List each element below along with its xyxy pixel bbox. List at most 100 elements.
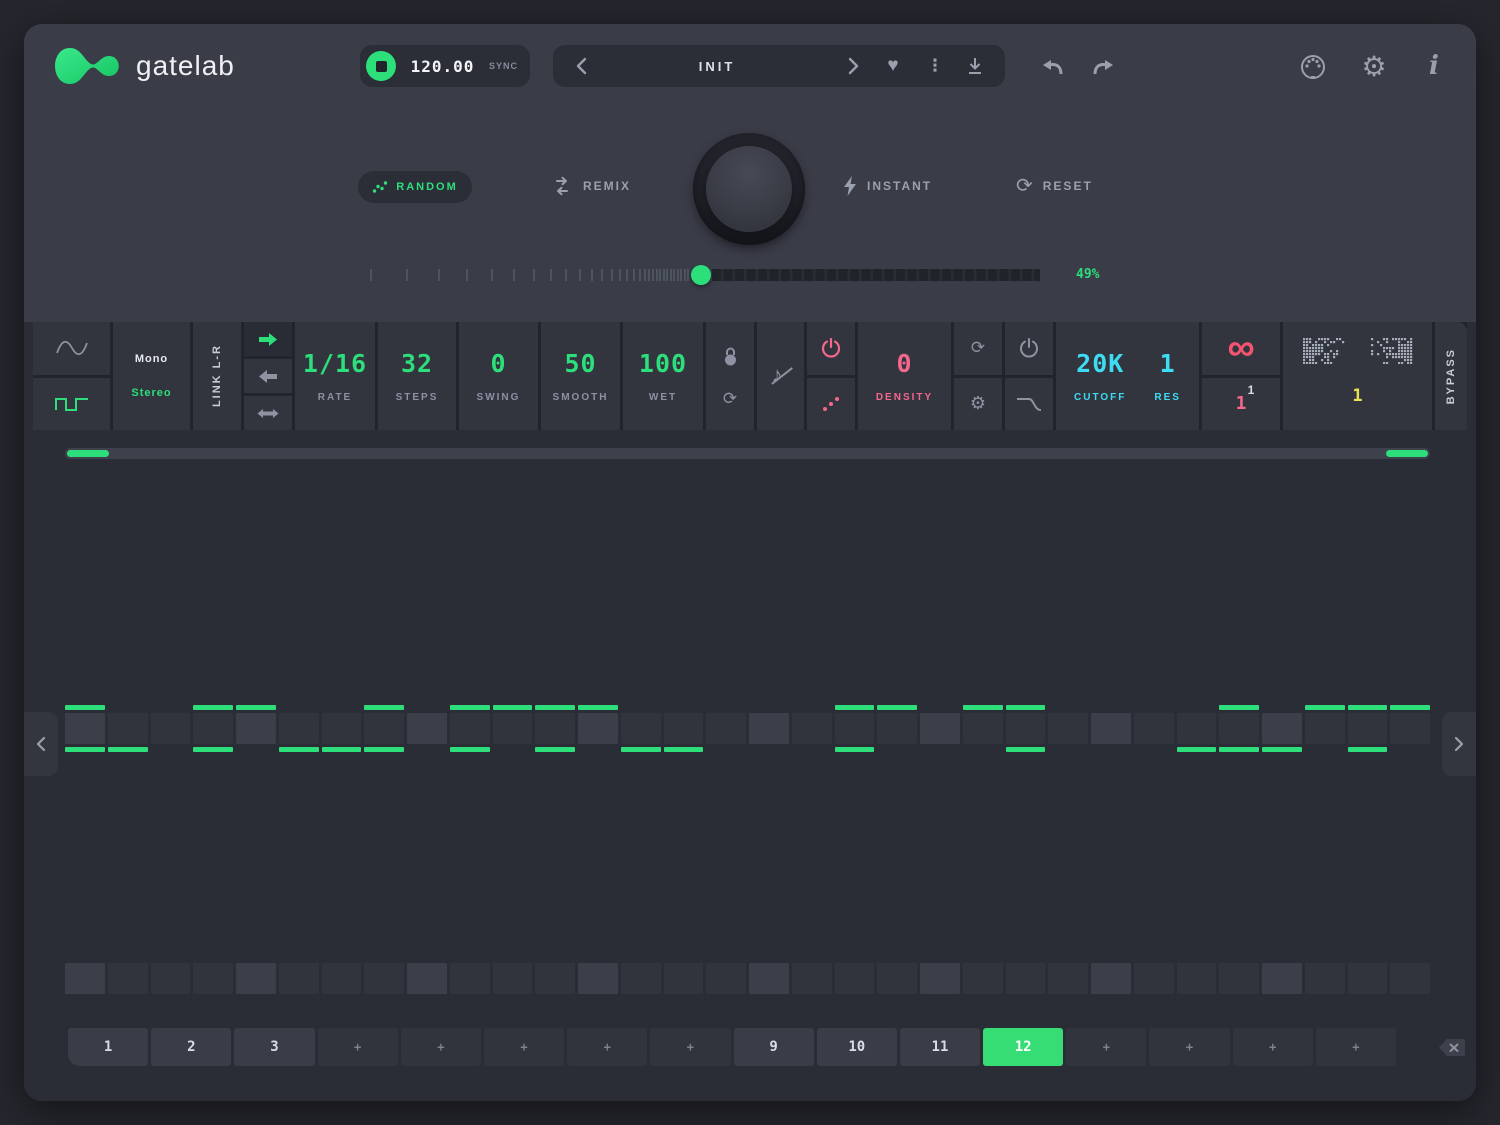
step-cell[interactable] bbox=[963, 963, 1003, 994]
pattern-tab-add[interactable]: + bbox=[318, 1028, 398, 1066]
step-cell[interactable] bbox=[749, 963, 789, 994]
step-cell[interactable] bbox=[535, 963, 575, 994]
step-cell[interactable] bbox=[322, 963, 362, 994]
step-cell[interactable] bbox=[877, 713, 917, 744]
direction-forward-button[interactable] bbox=[244, 322, 292, 356]
step-cell[interactable] bbox=[792, 713, 832, 744]
pattern-tab-add[interactable]: + bbox=[650, 1028, 730, 1066]
gate-bar[interactable] bbox=[877, 705, 917, 710]
loop-range-track[interactable] bbox=[65, 448, 1430, 459]
step-cell[interactable] bbox=[1134, 963, 1174, 994]
pattern-tab-10[interactable]: 10 bbox=[817, 1028, 897, 1066]
gate-bar[interactable] bbox=[364, 747, 404, 752]
filter-power-button[interactable] bbox=[1005, 322, 1053, 375]
gate-bar[interactable] bbox=[835, 747, 875, 752]
res-value[interactable]: 1 bbox=[1160, 349, 1176, 378]
gate-knob[interactable] bbox=[693, 133, 805, 245]
gate-bar[interactable] bbox=[193, 705, 233, 710]
gate-bar[interactable] bbox=[279, 747, 319, 752]
mono-button[interactable]: Mono bbox=[135, 353, 168, 365]
step-cell[interactable] bbox=[1348, 713, 1388, 744]
step-cell[interactable] bbox=[535, 713, 575, 744]
step-cell[interactable] bbox=[1134, 713, 1174, 744]
gate-bar[interactable] bbox=[1006, 747, 1046, 752]
step-cell[interactable] bbox=[749, 713, 789, 744]
pattern-tab-3[interactable]: 3 bbox=[234, 1028, 314, 1066]
step-cell[interactable] bbox=[963, 713, 1003, 744]
gate-bar[interactable] bbox=[535, 747, 575, 752]
sine-wave-button[interactable] bbox=[33, 322, 110, 375]
steps-cell[interactable]: 32 STEPS bbox=[378, 322, 456, 430]
reset-button[interactable]: ⟳ RESET bbox=[1016, 176, 1093, 196]
step-cell[interactable] bbox=[193, 713, 233, 744]
step-cell[interactable] bbox=[1091, 963, 1131, 994]
step-cell[interactable] bbox=[493, 963, 533, 994]
step-cell[interactable] bbox=[1048, 713, 1088, 744]
step-cell[interactable] bbox=[65, 963, 105, 994]
sync-toggle[interactable]: SYNC bbox=[489, 61, 518, 71]
square-wave-button[interactable] bbox=[33, 378, 110, 431]
step-cell[interactable] bbox=[1348, 963, 1388, 994]
step-cell[interactable] bbox=[65, 713, 105, 744]
loop-count-button[interactable]: 1 1 bbox=[1202, 378, 1280, 431]
step-cell[interactable] bbox=[792, 963, 832, 994]
infinite-loop-button[interactable]: ∞ bbox=[1202, 322, 1280, 375]
step-cell[interactable] bbox=[920, 713, 960, 744]
pattern-tab-add[interactable]: + bbox=[1233, 1028, 1313, 1066]
preset-name[interactable]: INIT bbox=[599, 59, 835, 74]
step-cell[interactable] bbox=[1048, 963, 1088, 994]
step-cell[interactable] bbox=[621, 713, 661, 744]
step-cell[interactable] bbox=[108, 963, 148, 994]
remix-button[interactable]: REMIX bbox=[551, 176, 631, 196]
loop-end-marker[interactable] bbox=[1386, 450, 1428, 457]
step-cell[interactable] bbox=[835, 963, 875, 994]
gate-bar[interactable] bbox=[193, 747, 233, 752]
step-cell[interactable] bbox=[1390, 963, 1430, 994]
smooth-cell[interactable]: 50 SMOOTH bbox=[541, 322, 620, 430]
relatch-cycle-icon[interactable]: ⟳ bbox=[723, 391, 737, 407]
gate-bar[interactable] bbox=[493, 705, 533, 710]
step-cell[interactable] bbox=[664, 963, 704, 994]
gate-bar[interactable] bbox=[963, 705, 1003, 710]
pattern-tab-add[interactable]: + bbox=[1316, 1028, 1396, 1066]
step-cell[interactable] bbox=[108, 713, 148, 744]
pattern-tab-add[interactable]: + bbox=[401, 1028, 481, 1066]
gate-bar[interactable] bbox=[236, 705, 276, 710]
gate-bar[interactable] bbox=[1006, 705, 1046, 710]
pattern-tab-2[interactable]: 2 bbox=[151, 1028, 231, 1066]
pattern-tab-1[interactable]: 1 bbox=[68, 1028, 148, 1066]
pattern-tab-11[interactable]: 11 bbox=[900, 1028, 980, 1066]
step-cell[interactable] bbox=[1262, 963, 1302, 994]
density-dots-button[interactable] bbox=[807, 378, 855, 431]
step-cell[interactable] bbox=[279, 713, 319, 744]
gate-bar[interactable] bbox=[835, 705, 875, 710]
step-cell[interactable] bbox=[1219, 963, 1259, 994]
gate-bar[interactable] bbox=[664, 747, 704, 752]
filter-curve-button[interactable] bbox=[1005, 378, 1053, 431]
step-cell[interactable] bbox=[407, 713, 447, 744]
bypass-cell[interactable]: BYPASS bbox=[1435, 322, 1467, 430]
pattern-tab-add[interactable]: + bbox=[567, 1028, 647, 1066]
cycle-button[interactable]: ⟳ bbox=[954, 322, 1002, 375]
step-cell[interactable] bbox=[621, 963, 661, 994]
gate-bar[interactable] bbox=[1177, 747, 1217, 752]
bpm-display[interactable]: 120.00 bbox=[396, 57, 489, 76]
step-cell[interactable] bbox=[578, 713, 618, 744]
wet-cell[interactable]: 100 WET bbox=[623, 322, 703, 430]
direction-backward-button[interactable] bbox=[244, 359, 292, 393]
step-cell[interactable] bbox=[193, 963, 233, 994]
step-cell[interactable] bbox=[664, 713, 704, 744]
redo-button[interactable] bbox=[1086, 54, 1120, 82]
step-cell[interactable] bbox=[877, 963, 917, 994]
step-cell[interactable] bbox=[1091, 713, 1131, 744]
gate-bar[interactable] bbox=[322, 747, 362, 752]
link-lr-cell[interactable]: LINK L-R bbox=[193, 322, 241, 430]
step-cell[interactable] bbox=[450, 963, 490, 994]
gate-bar[interactable] bbox=[578, 705, 618, 710]
gate-bar[interactable] bbox=[535, 705, 575, 710]
gate-bar[interactable] bbox=[65, 747, 105, 752]
stop-button[interactable] bbox=[366, 51, 396, 81]
step-cell[interactable] bbox=[322, 713, 362, 744]
step-cell[interactable] bbox=[1006, 713, 1046, 744]
pattern-tab-add[interactable]: + bbox=[1149, 1028, 1229, 1066]
